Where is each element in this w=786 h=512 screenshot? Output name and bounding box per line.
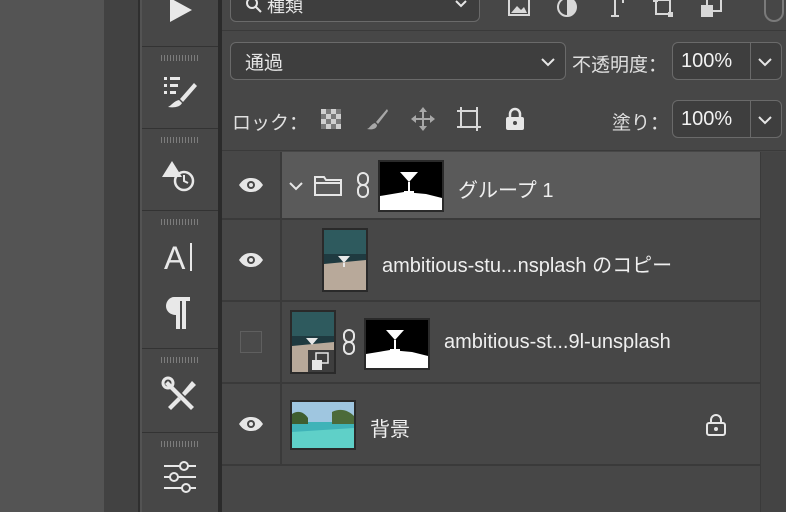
layer-thumbnail[interactable] — [290, 400, 356, 450]
adjustment-layer-filter-icon[interactable] — [554, 0, 580, 20]
layer-row-group-1[interactable]: グループ 1 — [222, 152, 760, 220]
layer-mask-thumbnail[interactable] — [378, 160, 444, 212]
group-grip[interactable] — [161, 137, 199, 143]
layer-row-copy[interactable]: ambitious-stu...nsplash のコピー — [222, 220, 760, 302]
svg-text:A: A — [164, 240, 186, 276]
field-separator — [750, 101, 751, 137]
panel-dock-strip — [104, 0, 140, 512]
layer-filter-icons — [506, 0, 724, 20]
folder-icon — [314, 176, 342, 196]
pixel-layer-filter-icon[interactable] — [506, 0, 532, 20]
lock-icon — [706, 414, 726, 436]
chevron-down-icon[interactable] — [288, 178, 304, 194]
layer-filter-label: 種類 — [267, 0, 303, 16]
opacity-label: 不透明度： — [572, 55, 668, 76]
group-grip[interactable] — [161, 55, 199, 61]
type-layer-filter-icon[interactable] — [602, 0, 628, 20]
blend-mode-select[interactable]: 通過 — [230, 42, 566, 80]
fill-field[interactable]: 100% — [672, 100, 782, 138]
divider — [222, 30, 786, 31]
lock-options — [318, 106, 528, 132]
history-group — [142, 128, 218, 210]
lock-transparent-pixels-icon[interactable] — [318, 106, 344, 132]
group-grip[interactable] — [161, 441, 199, 447]
layers-scrollbar[interactable] — [760, 152, 786, 512]
history-brush-icon[interactable] — [160, 155, 200, 195]
mask-link-icon[interactable] — [340, 328, 358, 356]
layer-filter-select[interactable]: 種類 — [230, 0, 480, 22]
play-icon[interactable] — [160, 0, 200, 30]
divider — [222, 150, 786, 151]
layer-name[interactable]: グループ 1 — [458, 174, 553, 203]
eye-icon[interactable] — [238, 252, 264, 268]
layer-name[interactable]: ambitious-st...9l-unsplash — [444, 331, 671, 354]
chevron-down-icon[interactable] — [757, 110, 773, 128]
layer-name[interactable]: 背景 — [370, 413, 410, 442]
type-group: A — [142, 210, 218, 348]
fill-label: 塗り： — [612, 113, 670, 134]
panel-icon-toolbar: A — [142, 0, 218, 512]
lock-artboard-icon[interactable] — [456, 106, 482, 132]
visibility-toggle[interactable] — [222, 220, 282, 300]
visibility-toggle[interactable] — [222, 384, 282, 464]
tools-icon[interactable] — [160, 375, 200, 415]
layer-thumbnail[interactable] — [322, 228, 368, 292]
paragraph-icon[interactable] — [160, 293, 200, 333]
visibility-toggle[interactable] — [222, 302, 282, 382]
character-icon[interactable]: A — [160, 237, 200, 277]
layer-row-smart-object[interactable]: ambitious-st...9l-unsplash — [222, 302, 760, 384]
filter-toggle-switch[interactable] — [764, 0, 784, 22]
lock-label: ロック： — [232, 113, 309, 134]
opacity-field[interactable]: 100% — [672, 42, 782, 80]
layer-mask-thumbnail[interactable] — [364, 318, 430, 370]
lock-image-pixels-icon[interactable] — [364, 106, 390, 132]
group-grip[interactable] — [161, 219, 199, 225]
document-canvas-area[interactable] — [0, 0, 104, 512]
group-grip[interactable] — [161, 357, 199, 363]
visibility-toggle[interactable] — [222, 152, 282, 218]
layer-row-background[interactable]: 背景 — [222, 384, 760, 466]
smart-object-filter-icon[interactable] — [698, 0, 724, 20]
chevron-down-icon — [541, 58, 555, 67]
visibility-checkbox-empty[interactable] — [240, 331, 262, 353]
actions-group — [142, 0, 218, 46]
mask-link-icon[interactable] — [354, 171, 372, 199]
chevron-down-icon[interactable] — [757, 52, 773, 70]
field-separator — [750, 43, 751, 79]
layer-name[interactable]: ambitious-stu...nsplash のコピー — [382, 249, 672, 278]
brush-settings-icon[interactable] — [160, 73, 200, 113]
shape-layer-filter-icon[interactable] — [650, 0, 676, 20]
opacity-value[interactable]: 100% — [681, 50, 732, 73]
fill-value[interactable]: 100% — [681, 108, 732, 131]
brush-settings-group — [142, 46, 218, 128]
lock-position-icon[interactable] — [410, 106, 436, 132]
layers-panel: 種類 通過 不透明度： 100% ロック： 塗り： 100% グループ 1 am… — [222, 0, 786, 512]
layer-thumbnail[interactable] — [290, 310, 336, 374]
search-icon — [246, 0, 262, 13]
properties-group — [142, 432, 218, 512]
eye-icon[interactable] — [238, 416, 264, 432]
adjustments-sliders-icon[interactable] — [160, 457, 200, 497]
tool-presets-group — [142, 348, 218, 432]
smart-object-badge-icon — [308, 350, 334, 372]
chevron-down-icon — [455, 0, 467, 8]
lock-all-icon[interactable] — [502, 106, 528, 132]
blend-mode-value: 通過 — [245, 52, 284, 74]
eye-icon[interactable] — [238, 177, 264, 193]
